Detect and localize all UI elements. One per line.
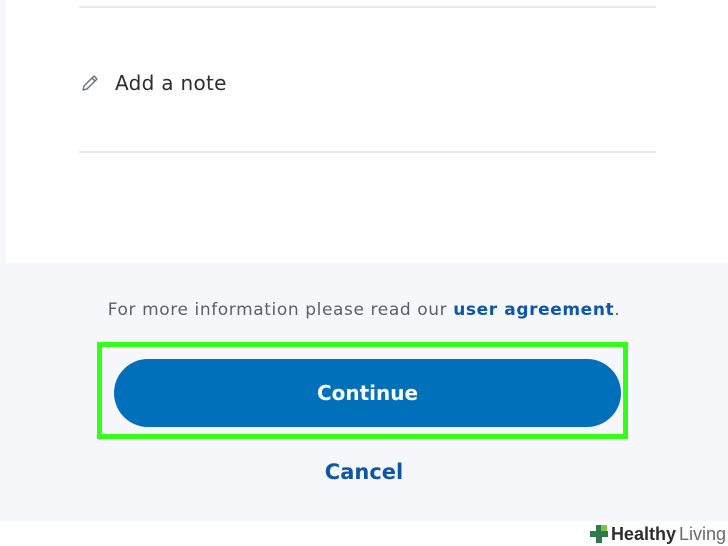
watermark-text-bold: Healthy [610, 523, 676, 544]
watermark-text-light: Living [678, 523, 726, 544]
continue-button[interactable]: Continue [114, 359, 621, 427]
add-note-label: Add a note [115, 71, 227, 95]
pencil-icon [79, 72, 101, 94]
watermark-logo: Healthy Living [589, 522, 726, 546]
divider-top [79, 6, 656, 8]
user-agreement-link[interactable]: user agreement [453, 300, 614, 320]
note-card [6, 0, 728, 263]
cross-logo-icon [589, 525, 608, 543]
agreement-info: For more information please read our use… [0, 300, 728, 320]
divider-bottom [79, 151, 656, 153]
add-note-row[interactable]: Add a note [79, 66, 227, 100]
cancel-button[interactable]: Cancel [0, 460, 728, 484]
agreement-info-text: For more information please read our [107, 300, 448, 320]
agreement-info-suffix: . [614, 300, 621, 320]
